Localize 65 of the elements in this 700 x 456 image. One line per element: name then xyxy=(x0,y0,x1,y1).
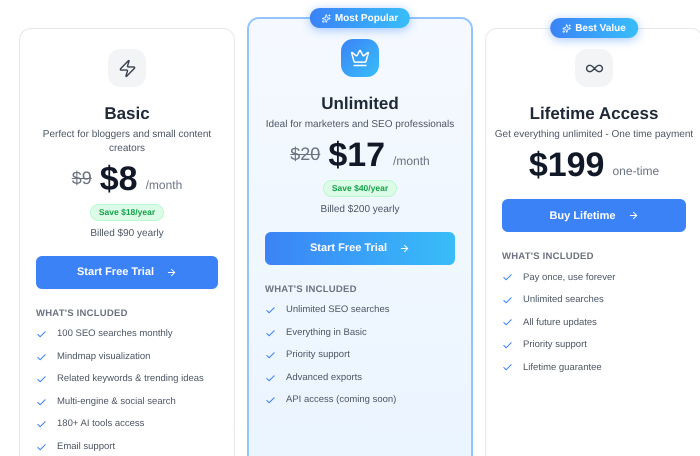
billing-note: Billed $200 yearly xyxy=(320,203,400,217)
check-icon xyxy=(502,362,513,374)
plan-name: Unlimited xyxy=(321,93,399,114)
check-icon xyxy=(36,329,47,340)
plan-description: Ideal for marketers and SEO professionals xyxy=(266,118,454,132)
feature-text: Mindmap visualization xyxy=(57,350,150,364)
plan-price: $199 xyxy=(528,148,604,182)
feature-text: Unlimited SEO searches xyxy=(286,303,390,318)
plan-price: $8 xyxy=(100,162,138,196)
price-period: /month xyxy=(146,177,182,194)
plan-cta-button[interactable]: Start Free Trial xyxy=(36,256,218,289)
check-icon xyxy=(502,317,513,328)
price-period: /month xyxy=(393,153,430,170)
check-icon xyxy=(265,305,276,316)
old-price: $9 xyxy=(72,167,92,190)
crown-icon xyxy=(350,48,370,68)
price-period: one-time xyxy=(612,163,660,180)
sparkle-icon xyxy=(562,24,572,32)
feature-text: Priority support xyxy=(523,338,587,352)
plan-cta-button[interactable]: Start Free Trial xyxy=(265,232,455,265)
plan-cta-button[interactable]: Buy Lifetime xyxy=(502,199,686,232)
feature-text: All future updates xyxy=(523,316,597,330)
check-icon xyxy=(36,419,47,430)
check-icon xyxy=(502,272,513,284)
feature-text: Related keywords & trending ideas xyxy=(57,372,204,386)
check-icon xyxy=(36,352,47,362)
old-price: $20 xyxy=(290,143,320,166)
check-icon xyxy=(36,442,47,452)
arrow-icon xyxy=(399,243,410,254)
plan-name: Basic xyxy=(104,103,150,124)
arrow-icon xyxy=(628,210,638,222)
feature-text: Email support xyxy=(57,440,116,454)
savings-tag: Save $18/year xyxy=(90,204,164,221)
feature-text: Everything in Basic xyxy=(286,326,367,340)
feature-text: Advanced exports xyxy=(286,370,362,385)
sparkle-icon xyxy=(322,14,331,22)
feature-text: 180+ AI tools access xyxy=(57,417,144,432)
feature-text: Unlimited searches xyxy=(523,293,604,307)
feature-text: Multi-engine & social search xyxy=(57,394,176,409)
plan-badge: Best Value xyxy=(550,18,638,38)
check-icon xyxy=(265,395,276,406)
check-icon xyxy=(36,374,47,385)
plan-description: Get everything unlimited - One time payment xyxy=(494,128,694,142)
feature-text: Pay once, use forever xyxy=(523,270,616,284)
plan-price: $17 xyxy=(328,138,386,172)
check-icon xyxy=(36,396,47,408)
lightning-icon xyxy=(118,58,136,78)
check-icon xyxy=(265,350,276,361)
features-heading: WHAT'S INCLUDED xyxy=(36,307,128,321)
plan-description: Perfect for bloggers and small content creators xyxy=(42,128,212,156)
billing-note: Billed $90 yearly xyxy=(90,227,164,241)
savings-tag: Save $40/year xyxy=(322,180,398,197)
features-heading: WHAT'S INCLUDED xyxy=(265,283,357,297)
arrow-icon xyxy=(166,267,178,278)
feature-text: Priority support xyxy=(286,348,350,362)
features-heading: WHAT'S INCLUDED xyxy=(502,250,594,264)
check-icon xyxy=(265,328,276,338)
check-icon xyxy=(502,340,513,351)
plan-name: Lifetime Access xyxy=(530,103,658,124)
feature-text: API access (coming soon) xyxy=(286,393,396,408)
check-icon xyxy=(502,294,513,306)
feature-text: Lifetime guarantee xyxy=(523,360,602,374)
feature-text: 100 SEO searches monthly xyxy=(57,327,173,342)
plan-badge: Most Popular xyxy=(310,8,410,28)
check-icon xyxy=(265,372,276,384)
